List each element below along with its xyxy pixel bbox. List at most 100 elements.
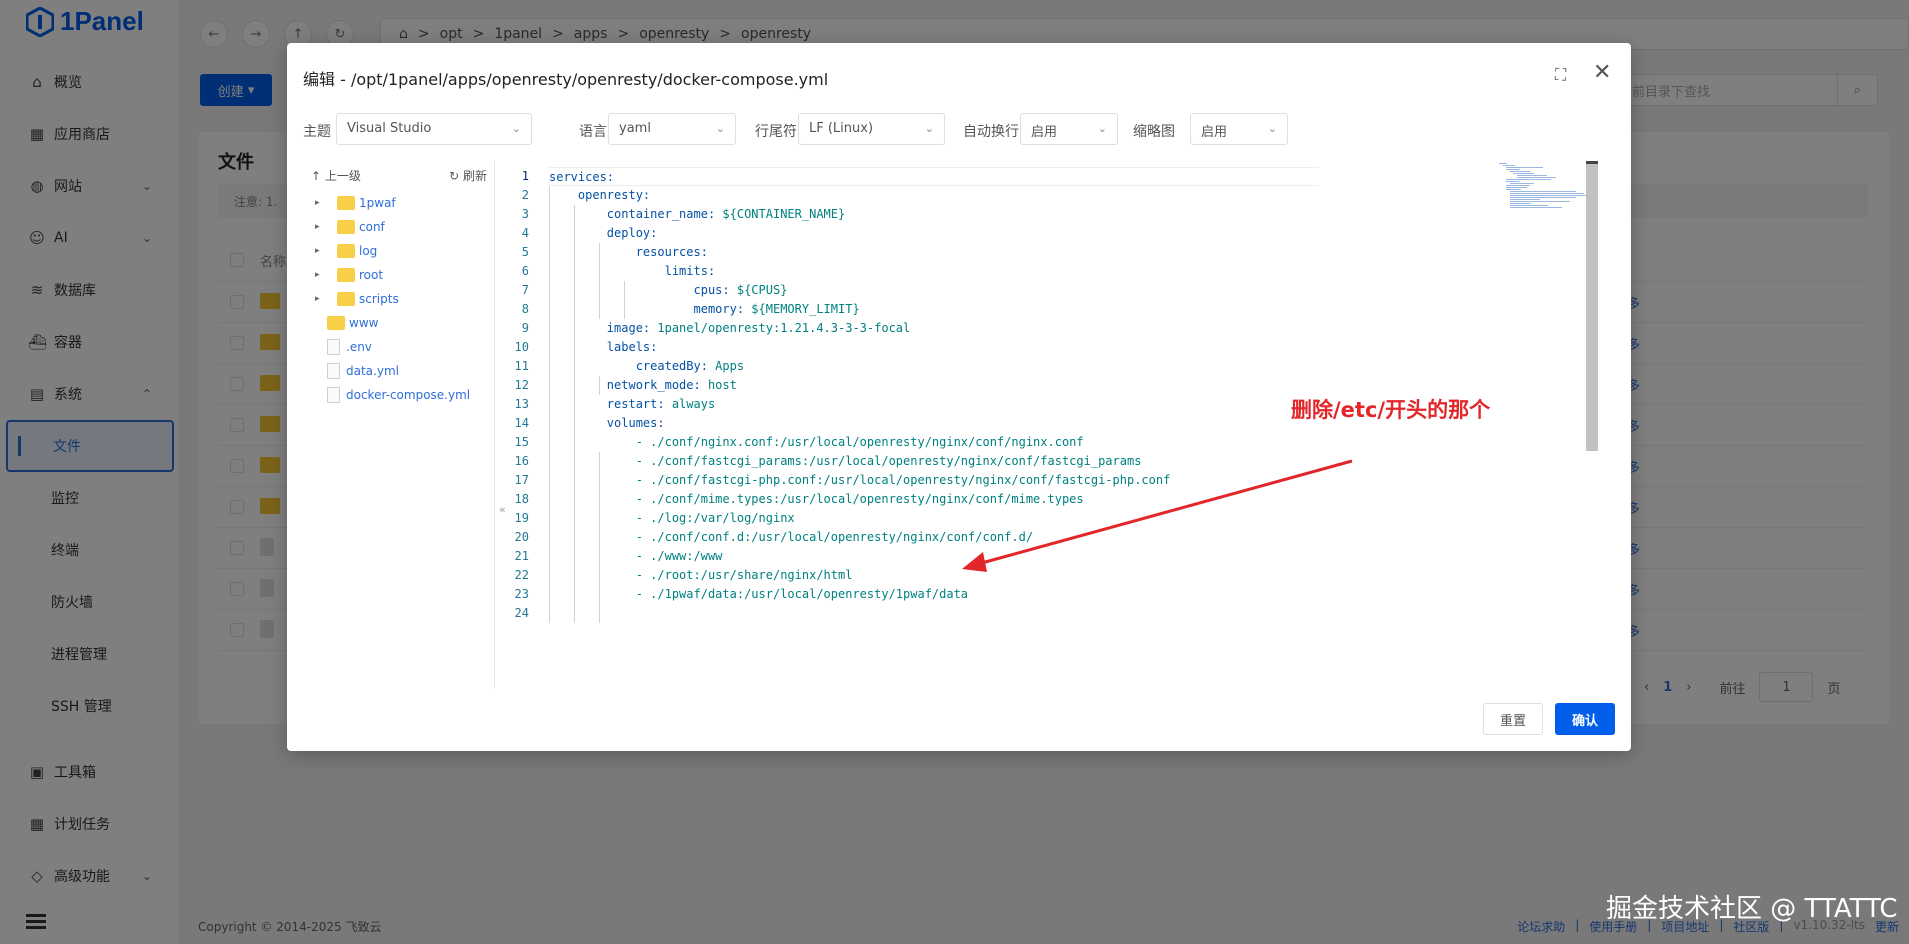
option-value: 启用 (1201, 125, 1228, 140)
line-number: 2 (521, 188, 529, 202)
minimap-line (1509, 183, 1535, 184)
option-select-3[interactable]: 启用 ⌄ (1020, 113, 1118, 145)
line-number: 9 (521, 321, 529, 335)
yaml-value: - ./conf/fastcgi_params:/usr/local/openr… (635, 454, 1142, 468)
yaml-value: - ./conf/conf.d:/usr/local/openresty/ngi… (635, 530, 1034, 544)
maximize-icon[interactable]: ⛶ (1555, 67, 1571, 83)
tree-item[interactable]: ▸ scripts (303, 287, 495, 311)
dialog-title: 编辑 - /opt/1panel/apps/openresty/openrest… (303, 70, 829, 89)
indent-guide (599, 376, 600, 395)
option-value: Visual Studio (347, 121, 432, 136)
chevron-down-icon: ⌄ (1267, 122, 1277, 135)
yaml-key: createdBy: (635, 359, 708, 373)
minimap-line (1506, 189, 1521, 190)
tree-up-button[interactable]: ↑ 上一级 (311, 167, 361, 184)
code-editor[interactable]: 1 2 3 4 5 6 7 8 9 10 11 12 13 14 15 16 17 18 19 20 21 22 23 24 … (499, 161, 1599, 689)
file-icon (327, 339, 340, 355)
caret-right-icon[interactable]: ▸ (315, 294, 327, 304)
caret-right-icon[interactable]: ▸ (315, 222, 327, 232)
code-line: cpus: ${CPUS} (549, 281, 1319, 300)
yaml-key: resources: (635, 245, 708, 259)
option-select-0[interactable]: Visual Studio ⌄ (336, 113, 532, 145)
confirm-button[interactable]: 确认 (1555, 703, 1615, 735)
minimap-line (1509, 195, 1588, 196)
tree-item[interactable]: .env (303, 335, 495, 359)
indent-guide (599, 243, 600, 319)
caret-right-icon[interactable]: ▸ (315, 270, 327, 280)
yaml-value: - ./conf/nginx.conf:/usr/local/openresty… (635, 435, 1084, 449)
line-number: 11 (514, 359, 529, 373)
indent-guide (624, 281, 625, 319)
file-icon (327, 387, 340, 403)
folder-icon (327, 316, 345, 330)
code-line: restart: always (549, 395, 1319, 414)
minimap-line (1506, 179, 1552, 180)
option-select-4[interactable]: 启用 ⌄ (1190, 113, 1288, 145)
minimap-line (1513, 173, 1535, 174)
minimap-line (1502, 165, 1516, 166)
tree-item-label: docker-compose.yml (346, 388, 471, 402)
code-line: memory: ${MEMORY_LIMIT} (549, 300, 1319, 319)
yaml-value: ${CPUS} (729, 283, 788, 297)
code-lines[interactable]: services: openresty: container_name: ${C… (549, 167, 1319, 623)
indent-guide (599, 452, 600, 623)
minimap[interactable] (1499, 163, 1588, 213)
code-line: - ./conf/mime.types:/usr/local/openresty… (549, 490, 1319, 509)
yaml-key: openresty: (577, 188, 651, 202)
tree-item-label: root (359, 268, 384, 282)
option-select-2[interactable]: LF (Linux) ⌄ (798, 113, 945, 145)
code-line: createdBy: Apps (549, 357, 1319, 376)
caret-right-icon[interactable]: ▸ (315, 198, 327, 208)
yaml-value: ${MEMORY_LIMIT} (744, 302, 860, 316)
yaml-value: - ./1pwaf/data:/usr/local/openresty/1pwa… (635, 587, 969, 601)
tree-item[interactable]: ▸ root (303, 263, 495, 287)
line-number: 18 (514, 492, 529, 506)
tree-item[interactable]: data.yml (303, 359, 495, 383)
line-number: 23 (514, 587, 529, 601)
tree-item[interactable]: ▸ conf (303, 215, 495, 239)
minimap-line (1509, 205, 1548, 206)
minimap-line (1499, 163, 1508, 164)
minimap-line (1509, 207, 1562, 208)
tree-item[interactable]: docker-compose.yml (303, 383, 495, 407)
tree-item[interactable]: ▸ 1pwaf (303, 191, 495, 215)
code-line: - ./log:/var/log/nginx (549, 509, 1319, 528)
line-number: 5 (521, 245, 529, 259)
code-line: - ./conf/nginx.conf:/usr/local/openresty… (549, 433, 1319, 452)
minimap-line (1509, 171, 1530, 172)
reset-button[interactable]: 重置 (1483, 703, 1543, 735)
minimap-line (1509, 191, 1577, 192)
close-icon[interactable]: ✕ (1593, 62, 1613, 84)
folder-icon (337, 268, 355, 282)
indent-guide (549, 186, 550, 623)
folder-icon (337, 196, 355, 210)
code-line: - ./conf/fastcgi_params:/usr/local/openr… (549, 452, 1319, 471)
line-number: 14 (514, 416, 529, 430)
option-label-3: 自动换行 (963, 124, 1019, 140)
tree-refresh-button[interactable]: ↻ 刷新 (449, 167, 487, 184)
yaml-value: always (664, 397, 716, 411)
tree-item[interactable]: ▸ log (303, 239, 495, 263)
minimap-line (1509, 193, 1584, 194)
option-value: 启用 (1031, 125, 1058, 140)
code-line: - ./www:/www (549, 547, 1319, 566)
minimap-line (1517, 175, 1547, 176)
editor-scrollbar[interactable] (1586, 161, 1598, 451)
minimap-line (1509, 203, 1532, 204)
line-number: 16 (514, 454, 529, 468)
code-line: volumes: (549, 414, 1319, 433)
caret-right-icon[interactable]: ▸ (315, 246, 327, 256)
yaml-key: cpus: (693, 283, 730, 297)
tree-item[interactable]: www (303, 311, 495, 335)
tree-item-label: data.yml (346, 364, 399, 378)
line-number: 13 (514, 397, 529, 411)
yaml-key: network_mode: (606, 378, 701, 392)
line-number: 3 (521, 207, 529, 221)
option-select-1[interactable]: yaml ⌄ (608, 113, 736, 145)
file-tree: ↑ 上一级 ↻ 刷新 ▸ 1pwaf ▸ conf ▸ log ▸ root ▸ scripts w… (303, 161, 506, 689)
yaml-value: - ./log:/var/log/nginx (635, 511, 795, 525)
line-number: 8 (521, 302, 529, 316)
yaml-value: ${CONTAINER_NAME} (715, 207, 846, 221)
file-icon (327, 363, 340, 379)
